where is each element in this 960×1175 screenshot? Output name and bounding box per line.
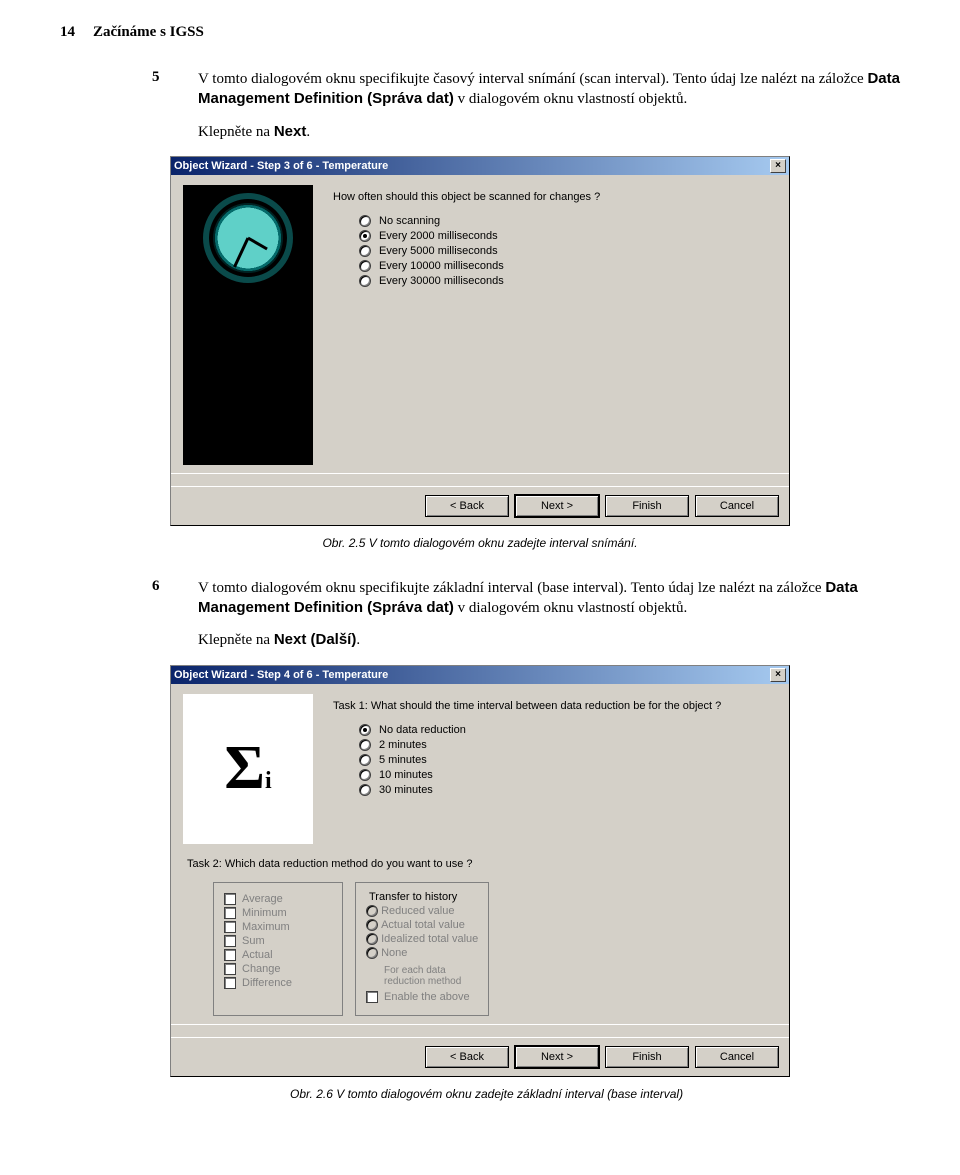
checkbox-icon[interactable] (224, 907, 236, 919)
clock-icon (203, 193, 293, 283)
radio-label: Every 5000 milliseconds (379, 245, 498, 257)
page-title: Začínáme s IGSS (93, 24, 204, 41)
step-body: V tomto dialogovém oknu specifikujte zák… (198, 578, 900, 651)
sigma-icon: Σi (224, 733, 271, 804)
window-title: Object Wizard - Step 3 of 6 - Temperatur… (174, 160, 388, 172)
radio-option[interactable]: Every 10000 milliseconds (359, 260, 773, 272)
checkbox-option[interactable]: Change (224, 963, 332, 975)
task1-text: Task 1: What should the time interval be… (333, 700, 773, 712)
radio-icon[interactable] (359, 215, 371, 227)
checkbox-icon[interactable] (224, 935, 236, 947)
radio-icon[interactable] (359, 724, 371, 736)
titlebar[interactable]: Object Wizard - Step 4 of 6 - Temperatur… (171, 666, 789, 684)
radio-option: None (366, 947, 478, 959)
radio-label: 5 minutes (379, 754, 427, 766)
button-row: < Back Next > Finish Cancel (171, 486, 789, 525)
radio-option[interactable]: 10 minutes (359, 769, 773, 781)
radio-icon[interactable] (359, 754, 371, 766)
checkbox-icon[interactable] (224, 949, 236, 961)
page-number: 14 (60, 24, 75, 41)
radio-icon[interactable] (359, 245, 371, 257)
figure-caption: Obr. 2.5 V tomto dialogovém oknu zadejte… (60, 536, 900, 550)
finish-button[interactable]: Finish (605, 1046, 689, 1068)
radio-label: 10 minutes (379, 769, 433, 781)
radio-label: No data reduction (379, 724, 466, 736)
close-icon[interactable]: × (770, 159, 786, 173)
radio-label: 2 minutes (379, 739, 427, 751)
checkbox-option[interactable]: Average (224, 893, 332, 905)
step-number: 5 (152, 69, 170, 142)
checkbox-option: Enable the above (366, 991, 478, 1003)
radio-option[interactable]: No scanning (359, 215, 773, 227)
radio-icon[interactable] (359, 260, 371, 272)
radio-icon (366, 919, 378, 931)
back-button[interactable]: < Back (425, 495, 509, 517)
radio-option[interactable]: Every 30000 milliseconds (359, 275, 773, 287)
window-title: Object Wizard - Step 4 of 6 - Temperatur… (174, 669, 388, 681)
checkbox-option[interactable]: Actual (224, 949, 332, 961)
radio-option: Reduced value (366, 905, 478, 917)
radio-label: Every 30000 milliseconds (379, 275, 504, 287)
close-icon[interactable]: × (770, 668, 786, 682)
figure-caption: Obr. 2.6 V tomto dialogovém oknu zadejte… (60, 1087, 900, 1101)
checkbox-option[interactable]: Difference (224, 977, 332, 989)
cancel-button[interactable]: Cancel (695, 495, 779, 517)
radio-option[interactable]: 30 minutes (359, 784, 773, 796)
radio-icon[interactable] (359, 230, 371, 242)
wizard-graphic (183, 185, 313, 465)
radio-label: Every 10000 milliseconds (379, 260, 504, 272)
radio-option[interactable]: 5 minutes (359, 754, 773, 766)
finish-button[interactable]: Finish (605, 495, 689, 517)
radio-icon[interactable] (359, 739, 371, 751)
checkbox-icon[interactable] (224, 977, 236, 989)
radio-option[interactable]: 2 minutes (359, 739, 773, 751)
radio-icon (366, 947, 378, 959)
checkbox-icon[interactable] (224, 921, 236, 933)
note-text: reduction method (384, 976, 478, 987)
radio-option[interactable]: No data reduction (359, 724, 773, 736)
radio-option: Actual total value (366, 919, 478, 931)
radio-icon (366, 905, 378, 917)
radio-option[interactable]: Every 5000 milliseconds (359, 245, 773, 257)
radio-icon[interactable] (359, 275, 371, 287)
radio-option[interactable]: Every 2000 milliseconds (359, 230, 773, 242)
titlebar[interactable]: Object Wizard - Step 3 of 6 - Temperatur… (171, 157, 789, 175)
checkbox-option[interactable]: Maximum (224, 921, 332, 933)
reduction-methods-box: Average Minimum Maximum Sum Actual Chang… (213, 882, 343, 1016)
checkbox-icon[interactable] (224, 893, 236, 905)
radio-icon[interactable] (359, 769, 371, 781)
transfer-history-box: Transfer to history Reduced value Actual… (355, 882, 489, 1016)
radio-label: Every 2000 milliseconds (379, 230, 498, 242)
task2-text: Task 2: Which data reduction method do y… (187, 858, 777, 870)
step-body: V tomto dialogovém oknu specifikujte čas… (198, 69, 900, 142)
wizard-dialog-step4: Object Wizard - Step 4 of 6 - Temperatur… (170, 665, 790, 1077)
page-header: 14 Začínáme s IGSS (60, 24, 900, 41)
radio-icon (366, 933, 378, 945)
radio-label: 30 minutes (379, 784, 433, 796)
checkbox-icon (366, 991, 378, 1003)
back-button[interactable]: < Back (425, 1046, 509, 1068)
checkbox-option[interactable]: Minimum (224, 907, 332, 919)
checkbox-option[interactable]: Sum (224, 935, 332, 947)
cancel-button[interactable]: Cancel (695, 1046, 779, 1068)
next-button[interactable]: Next > (515, 495, 599, 517)
wizard-dialog-step3: Object Wizard - Step 3 of 6 - Temperatur… (170, 156, 790, 526)
note-text: For each data (384, 965, 478, 976)
next-button[interactable]: Next > (515, 1046, 599, 1068)
fieldset-legend: Transfer to history (366, 891, 460, 903)
wizard-graphic: Σi (183, 694, 313, 844)
question-text: How often should this object be scanned … (333, 191, 773, 203)
step-number: 6 (152, 578, 170, 651)
radio-option: Idealized total value (366, 933, 478, 945)
radio-label: No scanning (379, 215, 440, 227)
button-row: < Back Next > Finish Cancel (171, 1037, 789, 1076)
radio-icon[interactable] (359, 784, 371, 796)
checkbox-icon[interactable] (224, 963, 236, 975)
